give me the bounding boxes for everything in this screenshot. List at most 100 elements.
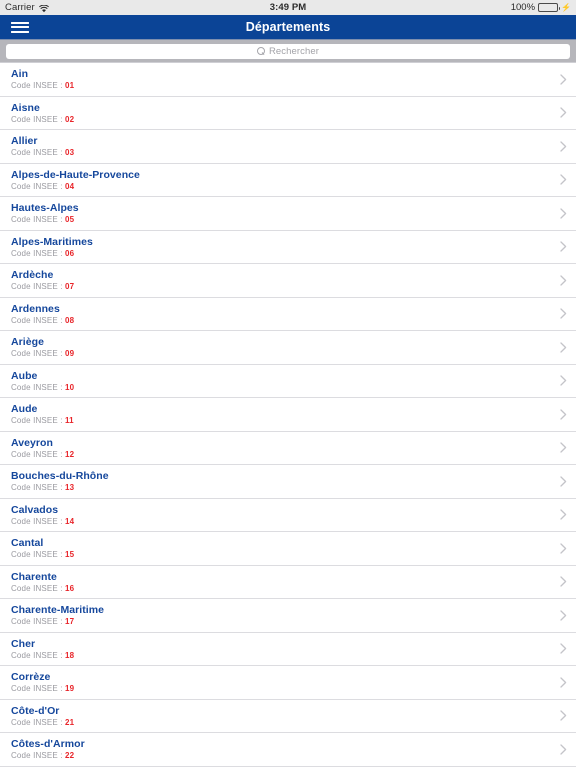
chevron-right-icon <box>550 576 576 587</box>
insee-code-line: Code INSEE : 14 <box>11 517 550 526</box>
insee-code-label: Code INSEE : <box>11 181 63 191</box>
insee-code-value: 03 <box>64 148 75 158</box>
row-text-block: Aisne Code INSEE : 02 <box>11 102 550 124</box>
department-name: Côtes-d'Armor <box>11 738 85 751</box>
chevron-right-icon <box>550 308 576 319</box>
chevron-right-icon <box>550 107 576 118</box>
insee-code-line: Code INSEE : 17 <box>11 617 550 626</box>
insee-code-value: 08 <box>64 315 75 325</box>
insee-code-line: Code INSEE : 02 <box>11 115 550 124</box>
insee-code-line: Code INSEE : 15 <box>11 550 550 559</box>
table-row[interactable]: Allier Code INSEE : 03 <box>0 130 576 164</box>
hamburger-menu-icon[interactable] <box>0 15 36 40</box>
chevron-right-icon <box>550 141 576 152</box>
chevron-right-icon <box>550 476 576 487</box>
row-text-block: Calvados Code INSEE : 14 <box>11 504 550 526</box>
insee-code-value: 14 <box>64 516 75 526</box>
department-name: Allier <box>11 135 38 148</box>
chevron-right-icon <box>550 543 576 554</box>
insee-code-line: Code INSEE : 19 <box>11 684 550 693</box>
table-row[interactable]: Ariège Code INSEE : 09 <box>0 331 576 365</box>
insee-code-label: Code INSEE : <box>11 282 63 292</box>
row-text-block: Alpes-de-Haute-Provence Code INSEE : 04 <box>11 169 550 191</box>
table-row[interactable]: Cher Code INSEE : 18 <box>0 632 576 666</box>
department-name: Ain <box>11 68 29 81</box>
row-text-block: Ardennes Code INSEE : 08 <box>11 303 550 325</box>
row-text-block: Aude Code INSEE : 11 <box>11 403 550 425</box>
department-name: Alpes-Maritimes <box>11 235 93 248</box>
row-text-block: Côtes-d'Armor Code INSEE : 22 <box>11 738 550 760</box>
insee-code-value: 12 <box>64 449 75 459</box>
status-bar-time: 3:49 PM <box>269 2 307 13</box>
table-row[interactable]: Alpes-Maritimes Code INSEE : 06 <box>0 230 576 264</box>
insee-code-value: 18 <box>64 650 75 660</box>
chevron-right-icon <box>550 442 576 453</box>
insee-code-label: Code INSEE : <box>11 684 63 694</box>
chevron-right-icon <box>550 375 576 386</box>
insee-code-label: Code INSEE : <box>11 650 63 660</box>
department-name: Alpes-de-Haute-Provence <box>11 168 140 181</box>
row-text-block: Charente Code INSEE : 16 <box>11 571 550 593</box>
table-row[interactable]: Ardèche Code INSEE : 07 <box>0 264 576 298</box>
table-row[interactable]: Alpes-de-Haute-Provence Code INSEE : 04 <box>0 163 576 197</box>
navigation-bar: Départements <box>0 15 576 40</box>
insee-code-label: Code INSEE : <box>11 114 63 124</box>
search-input[interactable]: Rechercher <box>6 43 570 59</box>
table-row[interactable]: Hautes-Alpes Code INSEE : 05 <box>0 197 576 231</box>
insee-code-line: Code INSEE : 05 <box>11 215 550 224</box>
insee-code-value: 06 <box>64 248 75 258</box>
insee-code-label: Code INSEE : <box>11 248 63 258</box>
chevron-right-icon <box>550 275 576 286</box>
insee-code-line: Code INSEE : 16 <box>11 584 550 593</box>
status-bar-right: 100% ⚡ <box>511 2 571 13</box>
table-row[interactable]: Aveyron Code INSEE : 12 <box>0 431 576 465</box>
row-text-block: Cantal Code INSEE : 15 <box>11 537 550 559</box>
search-icon <box>256 47 265 55</box>
departments-list[interactable]: Ain Code INSEE : 01 Aisne Code INSEE : 02 Al… <box>0 62 576 768</box>
department-name: Hautes-Alpes <box>11 202 79 215</box>
insee-code-label: Code INSEE : <box>11 516 63 526</box>
table-row[interactable]: Cantal Code INSEE : 15 <box>0 532 576 566</box>
insee-code-line: Code INSEE : 22 <box>11 751 550 760</box>
table-row[interactable]: Corrèze Code INSEE : 19 <box>0 666 576 700</box>
table-row[interactable]: Charente Code INSEE : 16 <box>0 565 576 599</box>
insee-code-label: Code INSEE : <box>11 382 63 392</box>
table-row[interactable]: Aisne Code INSEE : 02 <box>0 96 576 130</box>
row-text-block: Aveyron Code INSEE : 12 <box>11 437 550 459</box>
department-name: Côte-d'Or <box>11 704 60 717</box>
table-row[interactable]: Bouches-du-Rhône Code INSEE : 13 <box>0 465 576 499</box>
department-name: Bouches-du-Rhône <box>11 470 109 483</box>
page-title: Départements <box>245 20 331 34</box>
insee-code-line: Code INSEE : 06 <box>11 249 550 258</box>
row-text-block: Allier Code INSEE : 03 <box>11 135 550 157</box>
insee-code-value: 11 <box>64 416 74 426</box>
row-text-block: Côte-d'Or Code INSEE : 21 <box>11 705 550 727</box>
insee-code-value: 04 <box>64 181 75 191</box>
insee-code-label: Code INSEE : <box>11 617 63 627</box>
insee-code-label: Code INSEE : <box>11 416 63 426</box>
table-row[interactable]: Charente-Maritime Code INSEE : 17 <box>0 599 576 633</box>
hamburger-line <box>11 21 29 24</box>
table-row[interactable]: Aube Code INSEE : 10 <box>0 364 576 398</box>
table-row[interactable]: Côtes-d'Armor Code INSEE : 22 <box>0 733 576 767</box>
row-text-block: Charente-Maritime Code INSEE : 17 <box>11 604 550 626</box>
table-row[interactable]: Calvados Code INSEE : 14 <box>0 498 576 532</box>
table-row[interactable]: Côte-d'Or Code INSEE : 21 <box>0 699 576 733</box>
insee-code-line: Code INSEE : 09 <box>11 349 550 358</box>
chevron-right-icon <box>550 409 576 420</box>
row-text-block: Bouches-du-Rhône Code INSEE : 13 <box>11 470 550 492</box>
table-row[interactable]: Aude Code INSEE : 11 <box>0 398 576 432</box>
table-row[interactable]: Ardennes Code INSEE : 08 <box>0 297 576 331</box>
row-text-block: Cher Code INSEE : 18 <box>11 638 550 660</box>
battery-percent-label: 100% <box>510 2 536 13</box>
insee-code-line: Code INSEE : 18 <box>11 651 550 660</box>
row-text-block: Ariège Code INSEE : 09 <box>11 336 550 358</box>
department-name: Corrèze <box>11 671 51 684</box>
chevron-right-icon <box>550 509 576 520</box>
insee-code-label: Code INSEE : <box>11 449 63 459</box>
insee-code-line: Code INSEE : 13 <box>11 483 550 492</box>
insee-code-line: Code INSEE : 04 <box>11 182 550 191</box>
table-row[interactable]: Ain Code INSEE : 01 <box>0 63 576 97</box>
lightning-bolt-icon: ⚡ <box>561 2 571 12</box>
department-name: Aube <box>11 369 38 382</box>
